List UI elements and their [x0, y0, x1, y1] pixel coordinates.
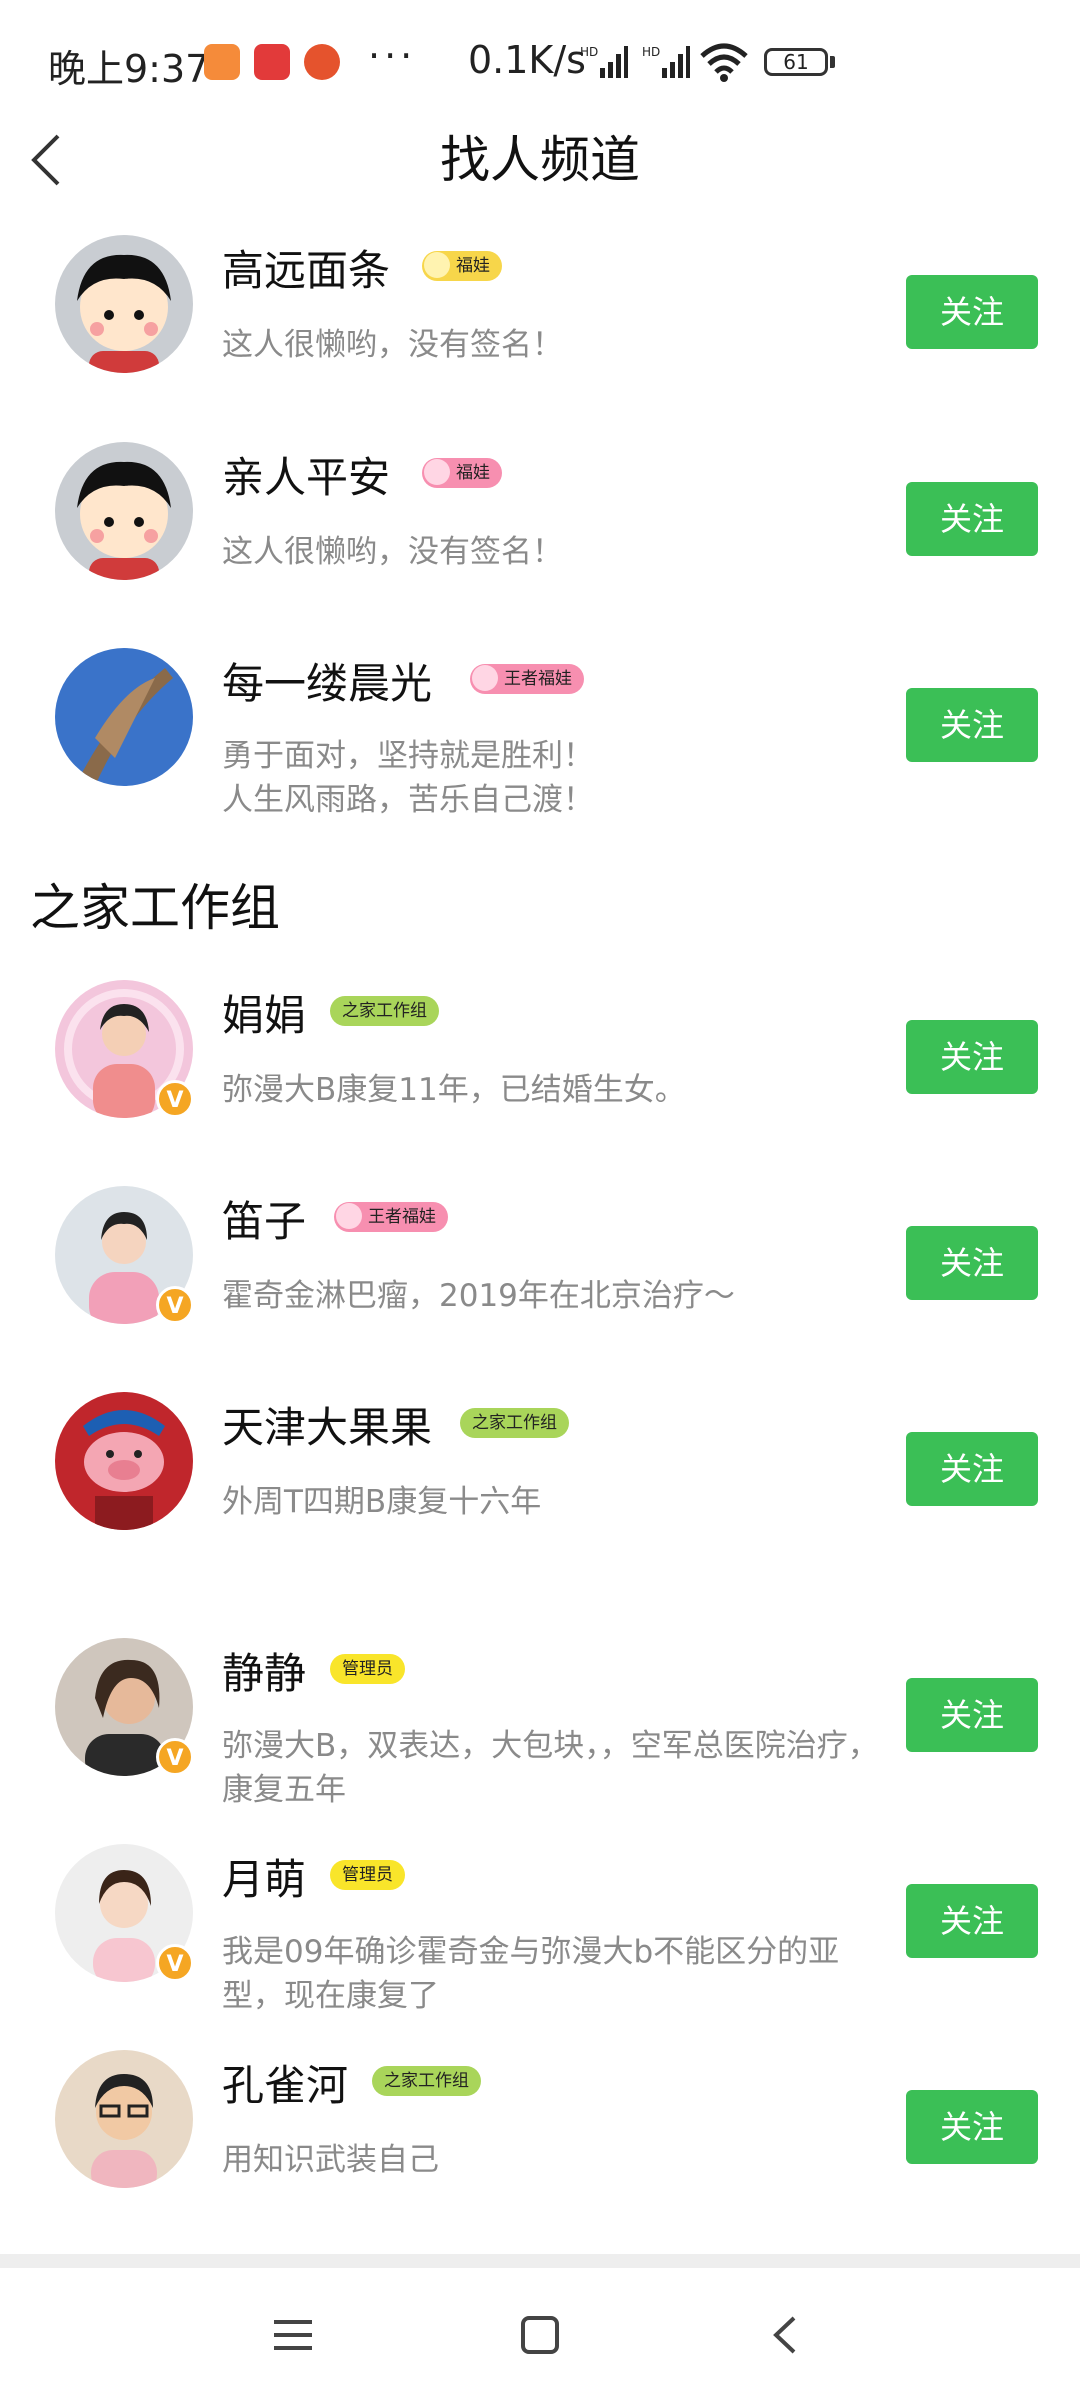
divider: [0, 2254, 1080, 2268]
list-item[interactable]: 孔雀河 之家工作组 用知识武装自己 关注: [0, 2050, 1080, 2250]
follow-button[interactable]: 关注: [906, 1226, 1038, 1300]
user-bio: 外周T四期B康复十六年: [222, 1484, 542, 1520]
user-tag-label: 福娃: [456, 256, 490, 276]
user-name[interactable]: 孔雀河: [222, 2052, 348, 2113]
user-bio: 勇于面对，坚持就是胜利！ 人生风雨路，苦乐自己渡！: [222, 738, 594, 818]
user-name[interactable]: 高远面条: [222, 237, 390, 298]
music-app-icon: [254, 44, 290, 80]
home-square-icon[interactable]: [515, 2310, 565, 2360]
fuwa-icon: [472, 664, 498, 691]
pumpkin-app-icon: [304, 44, 340, 80]
wifi-icon: [700, 43, 748, 82]
fuwa-icon: [424, 458, 450, 485]
user-bio: 弥漫大B康复11年，已结婚生女。: [222, 1072, 686, 1108]
user-tag: 王者福娃: [470, 664, 584, 694]
user-bio: 用知识武装自己: [222, 2142, 439, 2178]
user-bio: 我是09年确诊霍奇金与弥漫大b不能区分的亚型，现在康复了: [222, 1934, 840, 2014]
list-item[interactable]: V 月萌 管理员 我是09年确诊霍奇金与弥漫大b不能区分的亚型，现在康复了 关注: [0, 1844, 1080, 2044]
signal-icon: HD: [580, 45, 628, 78]
verified-badge: V: [156, 1944, 194, 1982]
battery-tip: [830, 56, 835, 68]
fuwa-icon: [336, 1202, 362, 1229]
user-name[interactable]: 静静: [222, 1640, 306, 1701]
user-bio: 这人很懒哟，没有签名！: [222, 327, 563, 363]
back-triangle-icon[interactable]: [762, 2310, 812, 2360]
shopping-app-icon: [204, 44, 240, 80]
user-tag: 之家工作组: [372, 2066, 481, 2096]
signal-icon: HD: [642, 45, 690, 78]
list-item[interactable]: 每一缕晨光 王者福娃 勇于面对，坚持就是胜利！ 人生风雨路，苦乐自己渡！ 关注: [0, 648, 1080, 848]
follow-button[interactable]: 关注: [906, 1432, 1038, 1506]
network-speed: 0.1K/s: [468, 38, 586, 82]
follow-button[interactable]: 关注: [906, 688, 1038, 762]
list-item[interactable]: V 笛子 王者福娃 霍奇金淋巴瘤，2019年在北京治疗～ 关注: [0, 1186, 1080, 1386]
user-bio: 这人很懒哟，没有签名！: [222, 534, 563, 570]
list-item[interactable]: V 静静 管理员 弥漫大B，双表达，大包块，，空军总医院治疗，康复五年 关注: [0, 1638, 1080, 1838]
follow-button[interactable]: 关注: [906, 1884, 1038, 1958]
fuwa-icon: [424, 251, 450, 278]
user-name[interactable]: 每一缕晨光: [222, 650, 432, 711]
avatar[interactable]: [55, 442, 193, 580]
avatar[interactable]: [55, 2050, 193, 2188]
verified-badge: V: [156, 1286, 194, 1324]
avatar[interactable]: [55, 235, 193, 373]
user-tag: 王者福娃: [334, 1202, 448, 1232]
user-tag-label: 王者福娃: [368, 1207, 436, 1227]
avatar[interactable]: [55, 1392, 193, 1530]
more-notifications-icon: ···: [368, 34, 417, 78]
user-tag: 管理员: [330, 1860, 405, 1890]
page-title: 找人频道: [440, 131, 640, 189]
user-tag: 福娃: [422, 458, 502, 488]
list-item[interactable]: 亲人平安 福娃 这人很懒哟，没有签名！ 关注: [0, 442, 1080, 642]
menu-icon[interactable]: [268, 2310, 318, 2360]
follow-button[interactable]: 关注: [906, 275, 1038, 349]
user-bio: 弥漫大B，双表达，大包块，，空军总医院治疗，康复五年: [222, 1728, 879, 1808]
follow-button[interactable]: 关注: [906, 1020, 1038, 1094]
status-time: 晚上9:37: [48, 47, 210, 91]
user-name[interactable]: 亲人平安: [222, 444, 390, 505]
list-item[interactable]: 高远面条 福娃 这人很懒哟，没有签名！ 关注: [0, 235, 1080, 435]
verified-badge: V: [156, 1080, 194, 1118]
follow-button[interactable]: 关注: [906, 1678, 1038, 1752]
user-tag: 福娃: [422, 251, 502, 281]
status-bar: 晚上9:37 ··· 0.1K/s HD HD 61: [0, 0, 1080, 124]
signal-hd-label: HD: [580, 45, 598, 59]
list-item[interactable]: V 娟娟 之家工作组 弥漫大B康复11年，已结婚生女。 关注: [0, 980, 1080, 1180]
user-tag: 之家工作组: [330, 996, 439, 1026]
user-tag: 之家工作组: [460, 1408, 569, 1438]
follow-button[interactable]: 关注: [906, 482, 1038, 556]
section-title: 之家工作组: [30, 879, 280, 937]
user-tag-label: 王者福娃: [504, 669, 572, 689]
user-bio: 霍奇金淋巴瘤，2019年在北京治疗～: [222, 1278, 735, 1314]
signal-hd-label: HD: [642, 45, 660, 59]
verified-badge: V: [156, 1738, 194, 1776]
avatar[interactable]: [55, 648, 193, 786]
list-item[interactable]: 天津大果果 之家工作组 外周T四期B康复十六年 关注: [0, 1392, 1080, 1592]
user-name[interactable]: 笛子: [222, 1188, 306, 1249]
user-name[interactable]: 天津大果果: [222, 1394, 432, 1455]
user-tag-label: 福娃: [456, 463, 490, 483]
user-tag: 管理员: [330, 1654, 405, 1684]
battery-icon: 61: [764, 48, 828, 76]
user-name[interactable]: 月萌: [222, 1846, 306, 1907]
user-name[interactable]: 娟娟: [222, 982, 306, 1043]
follow-button[interactable]: 关注: [906, 2090, 1038, 2164]
